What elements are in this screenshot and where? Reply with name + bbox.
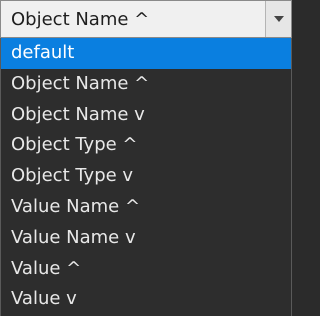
option-object-type-asc[interactable]: Object Type ^: [1, 130, 291, 161]
sort-select[interactable]: Object Name ^: [0, 0, 292, 38]
option-object-name-desc[interactable]: Object Name v: [1, 100, 291, 131]
sort-dropdown[interactable]: Object Name ^ default Object Name ^ Obje…: [0, 0, 292, 316]
option-value-name-desc[interactable]: Value Name v: [1, 223, 291, 254]
dropdown-button[interactable]: [265, 1, 291, 37]
option-value-name-asc[interactable]: Value Name ^: [1, 192, 291, 223]
dropdown-list: default Object Name ^ Object Name v Obje…: [0, 38, 292, 316]
option-object-name-asc[interactable]: Object Name ^: [1, 69, 291, 100]
option-value-asc[interactable]: Value ^: [1, 254, 291, 285]
sort-select-value: Object Name ^: [11, 8, 150, 30]
chevron-down-icon: [273, 16, 284, 22]
option-default[interactable]: default: [1, 38, 291, 69]
option-object-type-desc[interactable]: Object Type v: [1, 161, 291, 192]
option-value-desc[interactable]: Value v: [1, 284, 291, 315]
